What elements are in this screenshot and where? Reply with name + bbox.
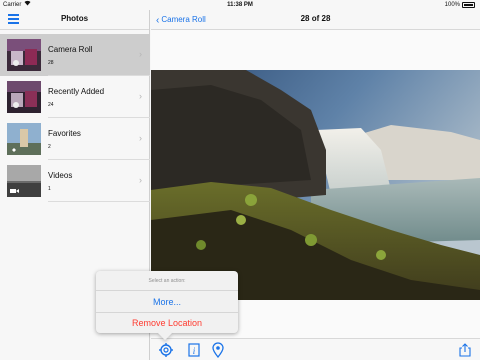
location-pin-icon[interactable] xyxy=(210,342,226,359)
divider xyxy=(96,290,238,291)
remove-location-button[interactable]: Remove Location xyxy=(96,318,238,328)
info-icon[interactable]: i xyxy=(186,342,202,358)
album-favorites[interactable]: Favorites 2 › xyxy=(0,118,150,160)
sidebar-title: Photos xyxy=(60,14,89,23)
navigation-bar: ‹ Camera Roll 28 of 28 xyxy=(151,10,480,30)
battery-percent: 100% xyxy=(444,2,460,8)
sidebar-header: Photos xyxy=(0,10,149,30)
photo-counter: 28 of 28 xyxy=(300,14,331,23)
status-time: 11:38 PM xyxy=(227,2,253,8)
divider xyxy=(48,201,150,202)
chevron-right-icon: › xyxy=(139,133,142,143)
divider xyxy=(96,312,238,313)
waterfall-photo[interactable] xyxy=(151,70,480,300)
action-sheet-heading: Select an action: xyxy=(148,278,186,284)
action-sheet: Select an action: More... Remove Locatio… xyxy=(96,271,238,341)
album-thumbnail xyxy=(7,165,41,197)
svg-text:i: i xyxy=(193,346,196,356)
chevron-right-icon: › xyxy=(139,49,142,59)
album-thumbnail xyxy=(7,81,41,113)
album-count: 28 xyxy=(48,60,54,66)
album-name: Favorites xyxy=(48,129,81,138)
album-videos[interactable]: Videos 1 › xyxy=(0,160,150,202)
album-count: 2 xyxy=(48,144,51,150)
album-name: Camera Roll xyxy=(48,45,93,54)
chevron-right-icon: › xyxy=(139,91,142,101)
chevron-right-icon: › xyxy=(139,175,142,185)
album-count: 1 xyxy=(48,186,51,192)
status-bar: Carrier 11:38 PM 100% xyxy=(0,0,480,10)
album-thumbnail xyxy=(7,39,41,71)
album-thumbnail xyxy=(7,123,41,155)
album-count: 24 xyxy=(48,102,54,108)
share-icon[interactable] xyxy=(457,342,473,358)
album-name: Videos xyxy=(48,171,73,180)
album-recently-added[interactable]: Recently Added 24 › xyxy=(0,76,150,118)
bottom-toolbar: i xyxy=(151,338,480,360)
more-button[interactable]: More... xyxy=(96,297,238,307)
album-camera-roll[interactable]: Camera Roll 28 › xyxy=(0,34,150,76)
album-name: Recently Added xyxy=(48,87,105,96)
battery-icon xyxy=(462,2,475,8)
gear-icon[interactable] xyxy=(158,342,174,358)
